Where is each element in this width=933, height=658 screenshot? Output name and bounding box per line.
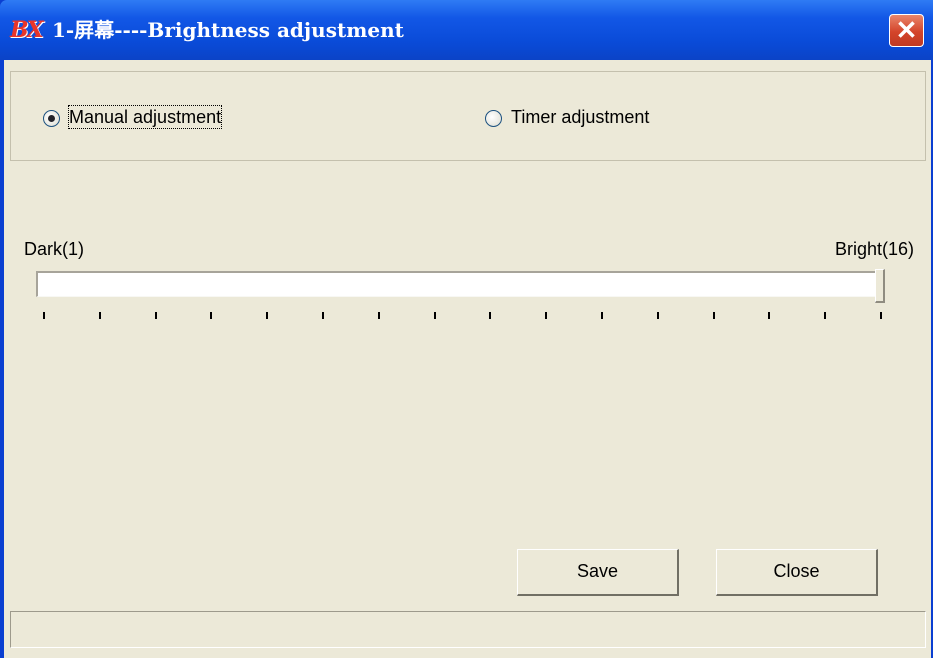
slider-tick	[377, 312, 380, 319]
slider-tick	[210, 312, 213, 319]
slider-tick	[433, 312, 436, 319]
slider-tick	[824, 312, 827, 319]
radio-manual-adjustment[interactable]	[43, 110, 60, 127]
radio-timer-label[interactable]: Timer adjustment	[511, 106, 649, 128]
brightness-slider-track[interactable]	[36, 271, 884, 297]
slider-tick	[880, 312, 882, 319]
slider-tick	[43, 312, 45, 319]
slider-tick	[768, 312, 771, 319]
slider-tick	[266, 312, 269, 319]
slider-tick	[656, 312, 659, 319]
slider-tick	[545, 312, 548, 319]
radio-timer-adjustment[interactable]	[485, 110, 502, 127]
adjustment-mode-group: Manual adjustment Timer adjustment	[10, 71, 926, 161]
title-bar[interactable]: BX 1-屏幕----Brightness adjustment ✕	[0, 0, 933, 60]
status-bar	[10, 611, 926, 648]
slider-max-label: Bright(16)	[835, 239, 915, 259]
slider-tick	[322, 312, 324, 319]
close-icon[interactable]: ✕	[889, 14, 924, 47]
slider-tick	[712, 312, 715, 319]
slider-tick	[489, 312, 492, 319]
radio-manual-label[interactable]: Manual adjustment	[67, 105, 223, 129]
brightness-window: BX 1-屏幕----Brightness adjustment ✕ Manua…	[0, 0, 933, 658]
slider-min-label: Dark(1)	[24, 239, 85, 259]
close-button[interactable]: Close	[716, 549, 878, 596]
client-area: Manual adjustment Timer adjustment Dark(…	[4, 60, 931, 658]
save-button[interactable]: Save	[517, 549, 679, 596]
slider-tick	[601, 312, 603, 319]
brightness-slider-thumb[interactable]	[875, 269, 885, 303]
window-title: 1-屏幕----Brightness adjustment	[52, 18, 404, 42]
slider-tick	[98, 312, 101, 319]
app-logo-icon: BX	[10, 17, 44, 43]
slider-tick	[154, 312, 157, 319]
